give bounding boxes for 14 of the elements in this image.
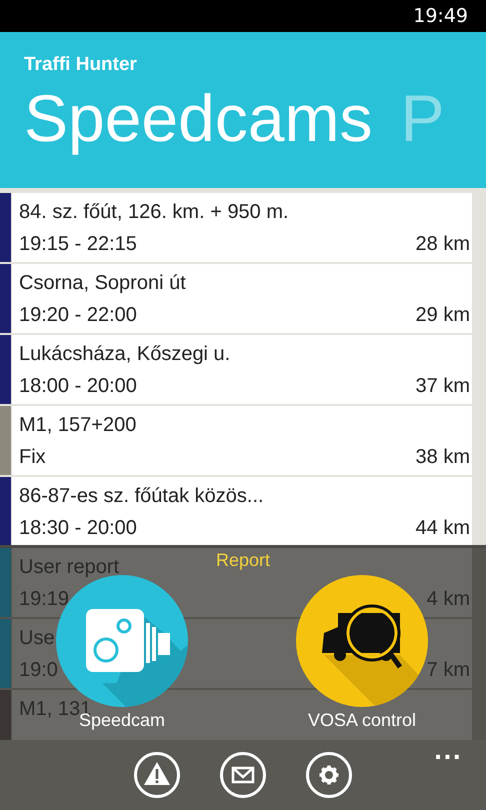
- more-button[interactable]: ...: [434, 740, 462, 765]
- list-item[interactable]: Csorna, Soproni út 19:20 - 22:00 29 km: [12, 264, 472, 333]
- report-title: Report: [216, 550, 270, 571]
- warning-icon[interactable]: [134, 752, 180, 798]
- list-item[interactable]: Lukácsháza, Kőszegi u. 18:00 - 20:00 37 km: [12, 335, 472, 404]
- action-label: VOSA control: [308, 710, 416, 731]
- mail-icon[interactable]: [220, 752, 266, 798]
- list-item[interactable]: 86-87-es sz. főútak közös... 18:30 - 20:00 44 km: [12, 477, 472, 546]
- app-title: Traffi Hunter: [24, 54, 138, 76]
- list-item[interactable]: 84. sz. főút, 126. km. + 950 m. 19:15 - 22:15 28 km: [12, 193, 472, 262]
- list-item[interactable]: M1, 157+200 Fix 38 km: [12, 406, 472, 475]
- truck-magnifier-button[interactable]: [296, 575, 428, 707]
- clock-time: 19:49: [413, 5, 468, 27]
- settings-icon[interactable]: [306, 752, 352, 798]
